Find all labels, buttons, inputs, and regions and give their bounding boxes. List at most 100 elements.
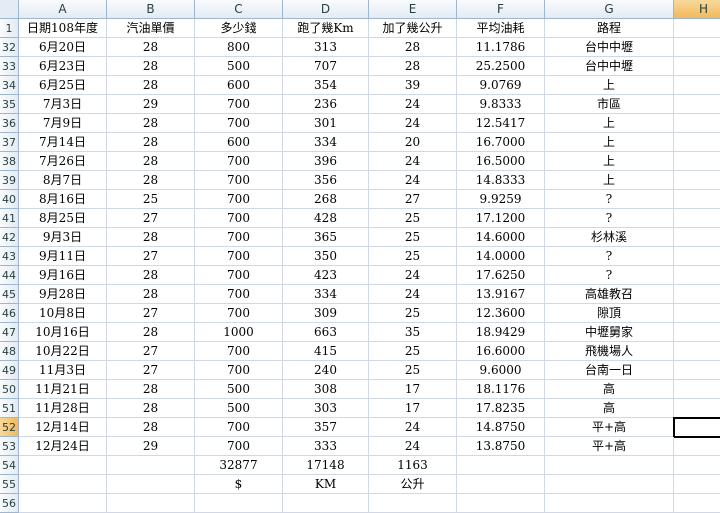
- table-cell[interactable]: 28: [107, 171, 195, 190]
- table-cell[interactable]: 24: [369, 285, 457, 304]
- table-cell[interactable]: [19, 456, 107, 475]
- table-cell[interactable]: 16.5000: [457, 152, 545, 171]
- table-cell[interactable]: [674, 190, 720, 209]
- table-cell[interactable]: 308: [283, 380, 369, 399]
- table-cell[interactable]: 18.1176: [457, 380, 545, 399]
- table-cell[interactable]: 700: [195, 171, 283, 190]
- table-cell[interactable]: [369, 494, 457, 513]
- row-header[interactable]: 40: [0, 190, 19, 209]
- table-cell[interactable]: [674, 209, 720, 228]
- table-cell[interactable]: 24: [369, 95, 457, 114]
- table-cell[interactable]: 20: [369, 133, 457, 152]
- table-cell[interactable]: 28: [107, 38, 195, 57]
- table-cell[interactable]: 11月21日: [19, 380, 107, 399]
- table-cell[interactable]: [674, 456, 720, 475]
- table-cell[interactable]: 17: [369, 399, 457, 418]
- row-header[interactable]: 43: [0, 247, 19, 266]
- table-cell[interactable]: 707: [283, 57, 369, 76]
- table-cell[interactable]: 18.9429: [457, 323, 545, 342]
- table-cell[interactable]: 25: [369, 209, 457, 228]
- table-cell[interactable]: [107, 475, 195, 494]
- table-cell[interactable]: 1163: [369, 456, 457, 475]
- table-cell[interactable]: 11月28日: [19, 399, 107, 418]
- table-cell[interactable]: 700: [195, 418, 283, 437]
- table-cell[interactable]: 9.8333: [457, 95, 545, 114]
- table-cell[interactable]: 飛機場人: [545, 342, 674, 361]
- column-header-b[interactable]: B: [107, 0, 195, 19]
- table-cell[interactable]: [545, 456, 674, 475]
- table-cell[interactable]: 700: [195, 209, 283, 228]
- table-cell[interactable]: 500: [195, 399, 283, 418]
- table-cell[interactable]: 29: [107, 95, 195, 114]
- table-cell[interactable]: 7月26日: [19, 152, 107, 171]
- table-cell[interactable]: 隙頂: [545, 304, 674, 323]
- table-cell[interactable]: 428: [283, 209, 369, 228]
- table-cell[interactable]: 28: [107, 133, 195, 152]
- table-cell[interactable]: 25: [369, 361, 457, 380]
- row-header[interactable]: 55: [0, 475, 19, 494]
- table-cell[interactable]: 333: [283, 437, 369, 456]
- table-cell[interactable]: 334: [283, 285, 369, 304]
- table-cell[interactable]: 14.0000: [457, 247, 545, 266]
- table-cell[interactable]: 6月25日: [19, 76, 107, 95]
- column-title-cell[interactable]: 加了幾公升: [369, 19, 457, 38]
- table-cell[interactable]: 25: [107, 190, 195, 209]
- table-cell[interactable]: 24: [369, 437, 457, 456]
- table-cell[interactable]: [545, 494, 674, 513]
- table-cell[interactable]: 17148: [283, 456, 369, 475]
- table-cell[interactable]: 700: [195, 361, 283, 380]
- table-cell[interactable]: ?: [545, 247, 674, 266]
- table-cell[interactable]: 12月14日: [19, 418, 107, 437]
- table-cell[interactable]: 28: [107, 380, 195, 399]
- table-cell[interactable]: [674, 323, 720, 342]
- table-cell[interactable]: 354: [283, 76, 369, 95]
- table-cell[interactable]: 313: [283, 38, 369, 57]
- table-cell[interactable]: [674, 95, 720, 114]
- table-cell[interactable]: 11月3日: [19, 361, 107, 380]
- table-cell[interactable]: 市區: [545, 95, 674, 114]
- table-cell[interactable]: [195, 494, 283, 513]
- table-cell[interactable]: ?: [545, 209, 674, 228]
- table-cell[interactable]: 25: [369, 228, 457, 247]
- column-header-a[interactable]: A: [19, 0, 107, 19]
- row-header[interactable]: 56: [0, 494, 19, 513]
- table-cell[interactable]: 7月3日: [19, 95, 107, 114]
- table-cell[interactable]: 17.6250: [457, 266, 545, 285]
- table-cell[interactable]: 28: [107, 57, 195, 76]
- row-header[interactable]: 52: [0, 418, 19, 437]
- table-cell[interactable]: [674, 133, 720, 152]
- table-cell[interactable]: [674, 76, 720, 95]
- table-cell[interactable]: [107, 494, 195, 513]
- table-cell[interactable]: 350: [283, 247, 369, 266]
- row-header[interactable]: 38: [0, 152, 19, 171]
- table-cell[interactable]: 10月8日: [19, 304, 107, 323]
- table-cell[interactable]: 16.7000: [457, 133, 545, 152]
- table-cell[interactable]: 高雄教召: [545, 285, 674, 304]
- table-cell[interactable]: 28: [107, 152, 195, 171]
- table-cell[interactable]: [674, 228, 720, 247]
- table-cell[interactable]: 27: [107, 304, 195, 323]
- table-cell[interactable]: 700: [195, 247, 283, 266]
- table-cell[interactable]: 9.0769: [457, 76, 545, 95]
- column-header-e[interactable]: E: [369, 0, 457, 19]
- table-cell[interactable]: 356: [283, 171, 369, 190]
- column-title-cell[interactable]: 日期108年度: [19, 19, 107, 38]
- table-cell[interactable]: 7月9日: [19, 114, 107, 133]
- row-header[interactable]: 50: [0, 380, 19, 399]
- table-cell[interactable]: [457, 475, 545, 494]
- table-cell[interactable]: [457, 456, 545, 475]
- table-cell[interactable]: ?: [545, 266, 674, 285]
- table-cell[interactable]: 27: [107, 247, 195, 266]
- table-cell[interactable]: 9月28日: [19, 285, 107, 304]
- table-cell[interactable]: 28: [107, 418, 195, 437]
- table-cell[interactable]: [19, 475, 107, 494]
- row-header[interactable]: 42: [0, 228, 19, 247]
- table-cell[interactable]: 10月16日: [19, 323, 107, 342]
- table-cell[interactable]: 12.5417: [457, 114, 545, 133]
- table-cell[interactable]: 平+高: [545, 418, 674, 437]
- table-cell[interactable]: 上: [545, 76, 674, 95]
- table-cell[interactable]: 9月16日: [19, 266, 107, 285]
- row-header[interactable]: 44: [0, 266, 19, 285]
- table-cell[interactable]: 8月25日: [19, 209, 107, 228]
- table-cell[interactable]: [674, 475, 720, 494]
